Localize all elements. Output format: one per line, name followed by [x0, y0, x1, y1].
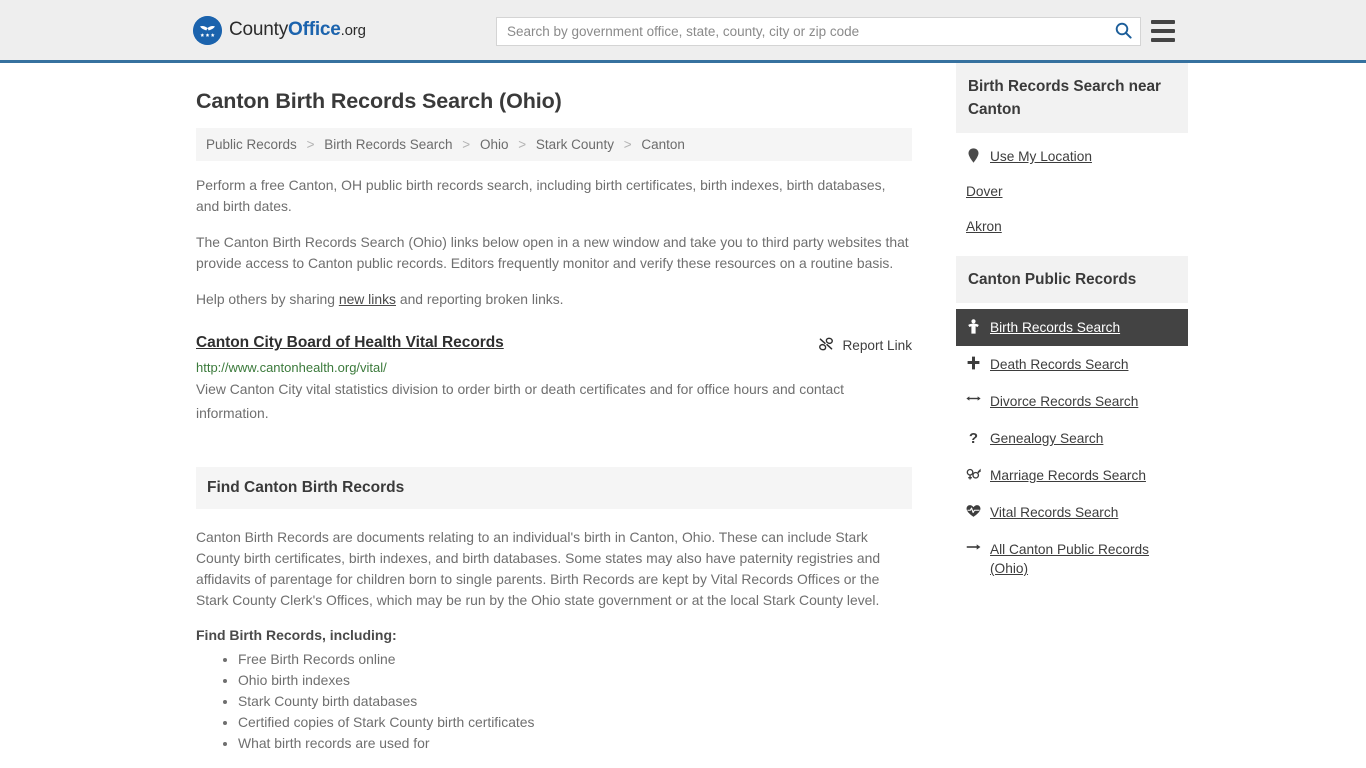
sidebar-item-divorce-records-search[interactable]: Divorce Records Search: [956, 383, 1188, 420]
report-link-label: Report Link: [842, 338, 912, 353]
sidebar-item-dover[interactable]: Dover: [956, 174, 1188, 209]
site-header: CountyOffice.org: [0, 0, 1366, 63]
sidebar-item-label: Dover: [966, 184, 1003, 199]
find-records-heading: Find Canton Birth Records: [196, 467, 912, 509]
breadcrumb-item-birth-records-search[interactable]: Birth Records Search: [324, 137, 452, 152]
sidebar-item-use-my-location[interactable]: Use My Location: [956, 139, 1188, 174]
eagle-seal-icon: [193, 15, 222, 45]
sidebar-item-label: Akron: [966, 219, 1002, 234]
logo-text-county: County: [229, 19, 289, 40]
list-item: Stark County birth databases: [238, 691, 912, 711]
sidebar-item-label: Marriage Records Search: [990, 468, 1146, 483]
new-links-link[interactable]: new links: [339, 291, 396, 307]
list-item: What birth records are used for: [238, 733, 912, 753]
sidebar: Birth Records Search near Canton Use My …: [956, 63, 1188, 599]
hamburger-bar: [1151, 20, 1175, 24]
find-records-subheading: Find Birth Records, including:: [196, 627, 397, 643]
breadcrumb-item-ohio[interactable]: Ohio: [480, 137, 509, 152]
find-records-paragraph: Canton Birth Records are documents relat…: [196, 529, 881, 608]
nearby-search-links: Use My Location Dover Akron: [956, 133, 1188, 244]
sidebar-item-label: Birth Records Search: [990, 320, 1121, 335]
public-records-box: Canton Public Records Birth Records Sear…: [956, 256, 1188, 587]
cross-icon: [966, 356, 981, 370]
result-url[interactable]: http://www.cantonhealth.org/vital/: [196, 360, 912, 375]
sidebar-item-genealogy-search[interactable]: ? Genealogy Search: [956, 420, 1188, 457]
sidebar-item-label: Death Records Search: [990, 357, 1129, 372]
sidebar-item-marriage-records-search[interactable]: Marriage Records Search: [956, 457, 1188, 494]
nearby-search-box: Birth Records Search near Canton Use My …: [956, 63, 1188, 244]
sidebar-item-label: Genealogy Search: [990, 431, 1104, 446]
sidebar-item-all-canton-public-records[interactable]: All Canton Public Records (Ohio): [956, 531, 1188, 587]
intro-paragraph-1: Perform a free Canton, OH public birth r…: [196, 177, 886, 214]
sidebar-item-label: All Canton Public Records (Ohio): [990, 542, 1150, 576]
question-mark-icon: ?: [968, 430, 979, 447]
venus-mars-icon: [966, 467, 981, 481]
arrows-left-right-icon: [966, 393, 981, 404]
share-text-before: Help others by sharing: [196, 291, 339, 307]
broken-link-icon: [818, 336, 834, 355]
logo-wordmark: CountyOffice.org: [229, 19, 366, 41]
sidebar-item-label: Use My Location: [990, 149, 1092, 164]
page-title: Canton Birth Records Search (Ohio): [196, 89, 562, 113]
search-result-item: Canton City Board of Health Vital Record…: [196, 334, 912, 425]
hamburger-bar: [1151, 38, 1175, 42]
report-link-button[interactable]: Report Link: [818, 336, 912, 355]
site-logo[interactable]: CountyOffice.org: [193, 15, 366, 45]
search-bar[interactable]: [496, 17, 1141, 46]
intro-paragraph-3: Help others by sharing new links and rep…: [196, 289, 912, 310]
public-records-title: Canton Public Records: [956, 256, 1188, 303]
heart-pulse-icon: [966, 504, 981, 518]
share-text-after: and reporting broken links.: [395, 291, 564, 307]
logo-text-org: .org: [340, 22, 366, 39]
breadcrumb-item-stark-county[interactable]: Stark County: [536, 137, 614, 152]
page-body: Canton Birth Records Search (Ohio) Publi…: [0, 63, 1366, 754]
hamburger-bar: [1151, 29, 1175, 33]
list-item: Certified copies of Stark County birth c…: [238, 712, 912, 732]
nearby-search-title: Birth Records Search near Canton: [956, 63, 1188, 133]
sidebar-item-birth-records-search[interactable]: Birth Records Search: [956, 309, 1188, 346]
breadcrumb-item-canton: Canton: [641, 137, 685, 152]
sidebar-item-label: Vital Records Search: [990, 505, 1119, 520]
breadcrumb-separator: >: [462, 137, 471, 152]
result-description: View Canton City vital statistics divisi…: [196, 381, 845, 421]
search-input[interactable]: [497, 18, 1106, 45]
baby-icon: [966, 319, 981, 334]
breadcrumb-separator: >: [518, 137, 527, 152]
search-icon: [1115, 22, 1132, 42]
intro-paragraph-2: The Canton Birth Records Search (Ohio) l…: [196, 234, 909, 271]
public-records-links: Birth Records Search Death Records Searc…: [956, 303, 1188, 587]
list-item: Free Birth Records online: [238, 649, 912, 669]
sidebar-item-vital-records-search[interactable]: Vital Records Search: [956, 494, 1188, 531]
result-title-link[interactable]: Canton City Board of Health Vital Record…: [196, 334, 504, 352]
logo-text-office: Office: [288, 19, 341, 40]
arrow-right-icon: [966, 541, 981, 553]
sidebar-item-label: Divorce Records Search: [990, 394, 1139, 409]
sidebar-item-akron[interactable]: Akron: [956, 209, 1188, 244]
list-item: Ohio birth indexes: [238, 670, 912, 690]
breadcrumb-item-public-records[interactable]: Public Records: [206, 137, 297, 152]
sidebar-item-death-records-search[interactable]: Death Records Search: [956, 346, 1188, 383]
search-button[interactable]: [1106, 18, 1140, 45]
breadcrumb-separator: >: [306, 137, 315, 152]
main-content: Canton Birth Records Search (Ohio) Publi…: [196, 63, 912, 754]
breadcrumb-separator: >: [623, 137, 632, 152]
map-pin-icon: [966, 148, 981, 163]
find-records-body: Canton Birth Records are documents relat…: [196, 509, 912, 753]
breadcrumb: Public Records > Birth Records Search > …: [196, 128, 912, 161]
hamburger-menu-icon[interactable]: [1151, 20, 1175, 42]
find-records-list: Free Birth Records online Ohio birth ind…: [196, 649, 912, 753]
